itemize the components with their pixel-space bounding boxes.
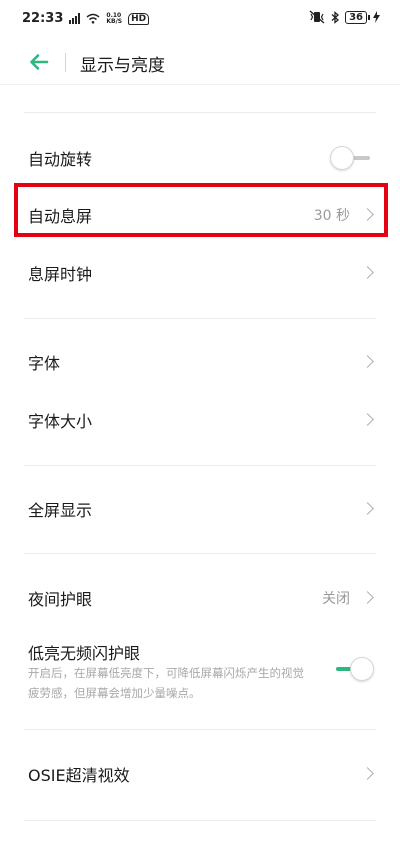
vibrate-icon xyxy=(309,10,325,24)
battery-icon: 36 xyxy=(345,10,370,24)
font-size-row[interactable]: 字体大小 xyxy=(0,392,400,448)
fullscreen-row[interactable]: 全屏显示 xyxy=(0,481,400,537)
toggle-knob xyxy=(330,146,354,170)
font-size-label: 字体大小 xyxy=(28,412,93,431)
charging-icon xyxy=(373,11,380,23)
osie-label: OSIE超清视效 xyxy=(28,766,130,785)
bluetooth-icon xyxy=(331,10,340,24)
font-label: 字体 xyxy=(28,354,61,373)
section-divider xyxy=(24,112,376,113)
network-speed: 0.10 KB/S xyxy=(106,12,123,25)
low-brightness-eye-toggle[interactable] xyxy=(330,657,374,681)
section-divider xyxy=(24,318,376,319)
low-brightness-eye-description: 开启后，在屏幕低亮度下，可降低屏幕闪烁产生的视觉疲劳感，但屏幕会增加少量噪点。 xyxy=(28,666,304,700)
network-speed-unit: KB/S xyxy=(106,17,123,25)
status-time: 22:33 xyxy=(22,11,64,26)
font-row[interactable]: 字体 xyxy=(0,334,400,390)
toggle-knob xyxy=(350,657,374,681)
status-left: 22:33 0.10 KB/S HD xyxy=(22,11,150,26)
status-right: 36 xyxy=(309,10,380,24)
low-brightness-eye-label: 低亮无频闪护眼 xyxy=(28,644,141,663)
section-divider xyxy=(24,820,376,821)
auto-rotate-row[interactable]: 自动旋转 xyxy=(0,130,400,186)
hd-icon: HD xyxy=(128,12,150,25)
header-bottom-line xyxy=(0,84,400,85)
night-mode-row[interactable]: 夜间护眼 关闭 xyxy=(0,570,400,626)
auto-rotate-label: 自动旋转 xyxy=(28,150,93,169)
back-arrow-icon[interactable] xyxy=(28,51,50,73)
status-bar: 22:33 0.10 KB/S HD 36 xyxy=(0,0,400,40)
section-divider xyxy=(24,729,376,730)
chevron-right-icon xyxy=(361,413,374,426)
screen-off-clock-label: 息屏时钟 xyxy=(28,265,93,284)
auto-rotate-toggle[interactable] xyxy=(330,146,374,170)
osie-row[interactable]: OSIE超清视效 xyxy=(0,746,400,802)
chevron-right-icon xyxy=(361,355,374,368)
app-header: 显示与亮度 xyxy=(0,40,400,84)
chevron-right-icon xyxy=(361,266,374,279)
wifi-icon xyxy=(86,13,100,24)
chevron-right-icon xyxy=(361,502,374,515)
section-divider xyxy=(24,553,376,554)
screen-off-clock-row[interactable]: 息屏时钟 xyxy=(0,245,400,301)
page-title: 显示与亮度 xyxy=(80,56,165,76)
chevron-right-icon xyxy=(361,591,374,604)
header-divider xyxy=(65,53,66,72)
chevron-right-icon xyxy=(361,767,374,780)
night-mode-value: 关闭 xyxy=(322,591,350,607)
fullscreen-label: 全屏显示 xyxy=(28,501,93,520)
night-mode-label: 夜间护眼 xyxy=(28,590,93,609)
highlight-box xyxy=(14,183,388,237)
signal-icon xyxy=(69,13,81,24)
section-divider xyxy=(24,465,376,466)
